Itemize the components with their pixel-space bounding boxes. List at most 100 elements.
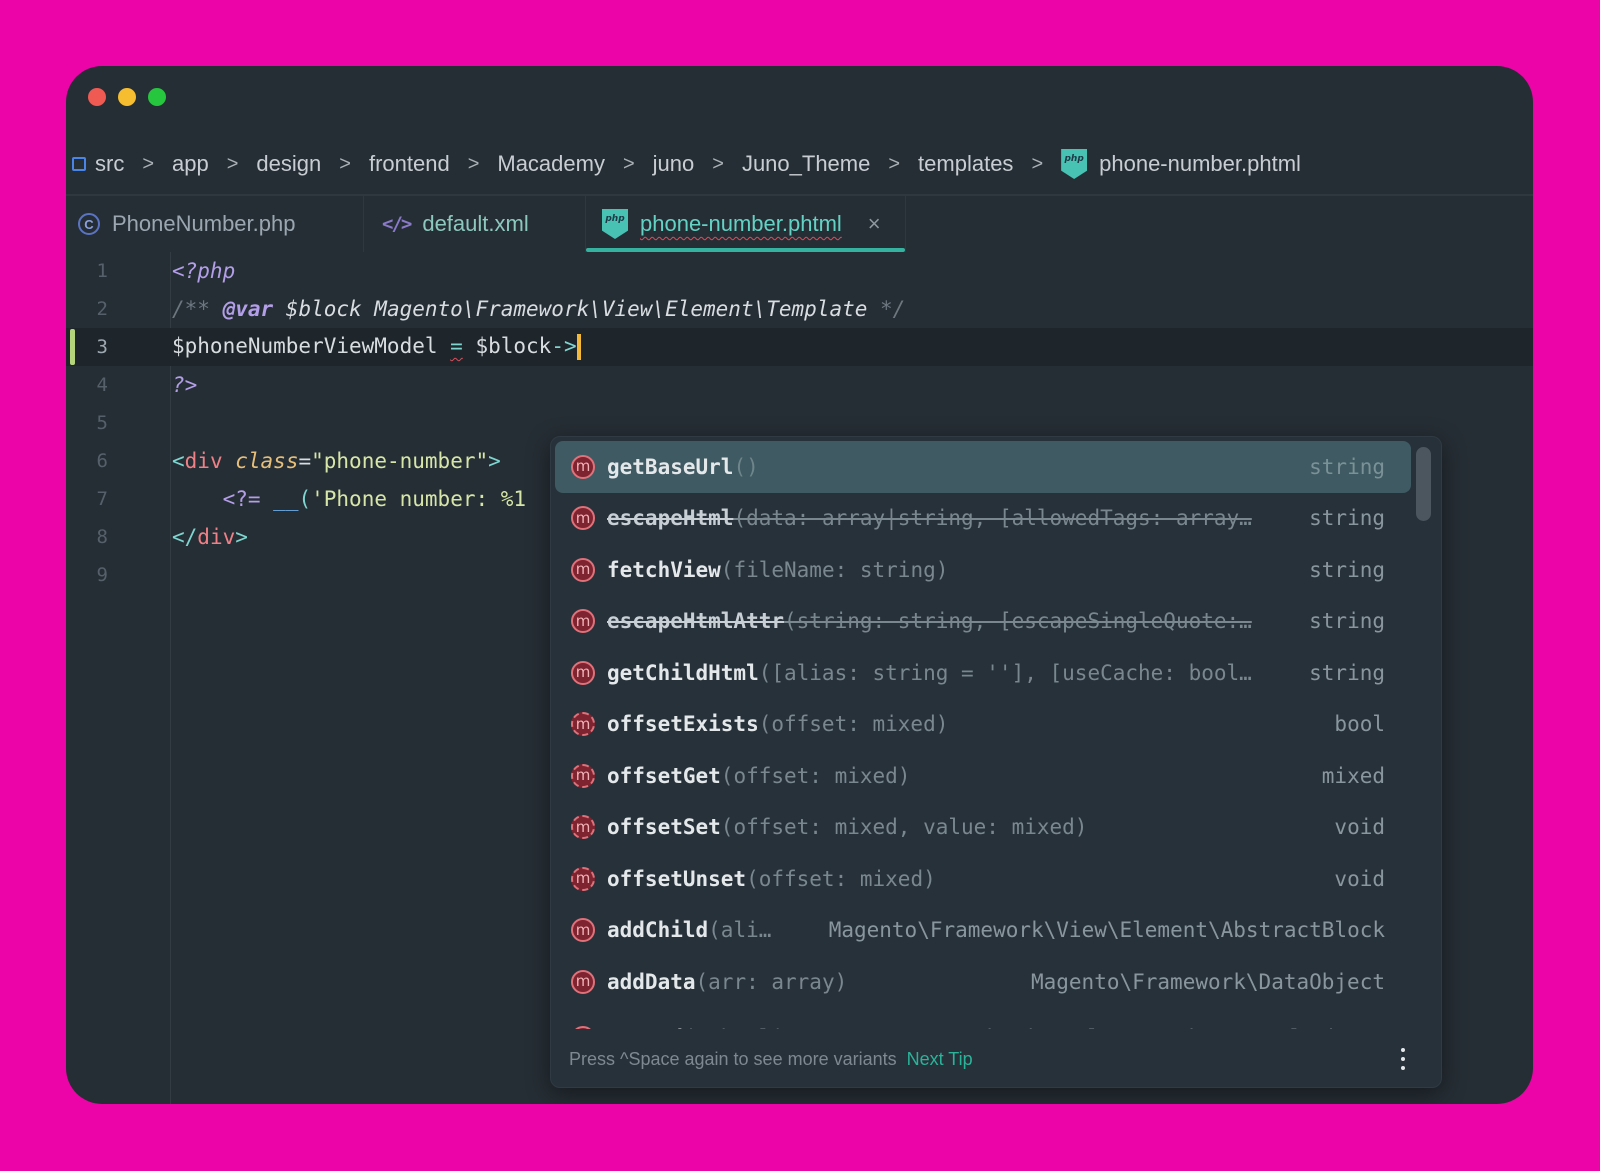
code-text: $phoneNumberViewModel = $block->: [172, 334, 581, 360]
method-params: (offset: mixed): [720, 763, 911, 788]
line-number: 7: [96, 488, 108, 510]
tab-phone-number-phtml[interactable]: php phone-number.phtml ×: [586, 196, 906, 252]
variable-token: $phoneNumberViewModel: [172, 334, 451, 358]
doc-tag-token: @var: [222, 297, 274, 321]
return-type: string: [1309, 609, 1385, 634]
breadcrumb-item-juno[interactable]: juno: [653, 151, 695, 177]
code-text: <?= __('Phone number: %1: [172, 487, 526, 511]
breadcrumb: src > app > design > frontend > Macademy…: [72, 146, 1533, 182]
completion-item[interactable]: m fetchView (fileName: string) string: [555, 544, 1411, 596]
tab-label: PhoneNumber.php: [112, 211, 296, 236]
completion-item[interactable]: m append(… bool|Magento\Framework\View\El…: [555, 1008, 1411, 1030]
breadcrumb-label: src: [95, 151, 125, 176]
breadcrumb-item-macademy[interactable]: Macademy: [497, 151, 605, 177]
completion-item[interactable]: m offsetExists (offset: mixed) bool: [555, 699, 1411, 751]
close-tab-icon[interactable]: ×: [868, 211, 881, 237]
breadcrumb-item-app[interactable]: app: [172, 151, 209, 177]
return-type: mixed: [1321, 763, 1385, 788]
method-name: addData: [607, 969, 696, 994]
xml-code-icon: </>: [382, 213, 412, 235]
method-icon: m: [571, 609, 595, 634]
return-type: Magento\Framework\View\Element\AbstractB…: [828, 918, 1385, 943]
method-icon: m: [571, 454, 595, 479]
chevron-right-icon: >: [1031, 152, 1044, 175]
breadcrumb-item-templates[interactable]: templates: [918, 151, 1013, 177]
method-name: getBaseUrl: [607, 454, 734, 479]
method-params: ([alias: string = ''], [useCache: bool…: [758, 660, 1252, 685]
tab-default-xml[interactable]: </> default.xml: [364, 196, 586, 252]
method-icon: m: [571, 1025, 595, 1029]
close-window-button[interactable]: [88, 88, 106, 106]
method-icon: m: [571, 506, 595, 531]
text-caret: [576, 334, 581, 360]
next-tip-link[interactable]: Next Tip: [907, 1049, 973, 1070]
folder-icon: [72, 157, 86, 171]
return-type: string: [1309, 454, 1385, 479]
method-icon: m: [571, 918, 595, 943]
method-name: offsetExists: [607, 712, 759, 737]
zoom-window-button[interactable]: [148, 88, 166, 106]
method-params: (data: array|string, [allowedTags: array…: [733, 506, 1252, 531]
breadcrumb-item-juno-theme[interactable]: Juno_Theme: [742, 151, 870, 177]
chevron-right-icon: >: [226, 152, 239, 175]
completion-item[interactable]: m getChildHtml ([alias: string = ''], [use…: [555, 647, 1411, 699]
method-name: fetchView: [607, 557, 721, 582]
punct-token: <: [172, 449, 185, 473]
completion-scrollbar[interactable]: [1416, 447, 1431, 521]
completion-item[interactable]: m offsetGet (offset: mixed) mixed: [555, 750, 1411, 802]
chevron-right-icon: >: [142, 152, 155, 175]
code-text: /** @var $block Magento\Framework\View\E…: [172, 297, 905, 321]
return-type: bool: [1334, 712, 1385, 737]
method-params: (fileName: string): [720, 557, 949, 582]
arrow-token: ->: [551, 334, 577, 358]
completion-item[interactable]: m escapeHtml (data: array|string, [allowed…: [555, 493, 1411, 545]
completion-item[interactable]: m offsetSet (offset: mixed, value: mixed) v…: [555, 802, 1411, 854]
minimize-window-button[interactable]: [118, 88, 136, 106]
method-icon: m: [571, 557, 595, 582]
completion-item[interactable]: m getBaseUrl() string: [555, 441, 1411, 493]
more-vertical-icon[interactable]: [1401, 1048, 1405, 1070]
line-number: 5: [96, 412, 108, 434]
completion-item[interactable]: m offsetUnset (offset: mixed) void: [555, 853, 1411, 905]
completion-footer: Press ^Space again to see more variants …: [551, 1031, 1441, 1087]
completion-item[interactable]: m addChild (ali… Magento\Framework\View\Ele…: [555, 905, 1411, 957]
tag-token: div: [184, 449, 223, 473]
method-icon: m: [571, 712, 595, 737]
method-name: escapeHtmlAttr: [607, 609, 785, 634]
punct-token: >: [235, 525, 248, 549]
line-number: 2: [96, 298, 108, 320]
method-params: (offset: mixed): [758, 712, 949, 737]
completion-item[interactable]: m addData (arr: array) Magento\Framework\Da…: [555, 956, 1411, 1008]
breadcrumb-item-src[interactable]: src: [72, 151, 124, 177]
breadcrumb-item-design[interactable]: design: [256, 151, 321, 177]
return-type: string: [1309, 506, 1385, 531]
line-number: 4: [96, 374, 108, 396]
line-number: 1: [96, 260, 108, 282]
method-params: (string: string, [escapeSingleQuote:…: [784, 609, 1252, 634]
completion-hint: Press ^Space again to see more variants: [569, 1048, 897, 1069]
method-name: append: [607, 1026, 683, 1030]
code-line: 1 <?php: [66, 252, 1533, 290]
method-params: (offset: mixed): [746, 866, 936, 891]
method-icon: m: [571, 763, 595, 788]
return-type: void: [1334, 815, 1385, 840]
string-token: "phone-number": [311, 449, 489, 473]
tab-phonenumber-php[interactable]: C PhoneNumber.php: [66, 196, 364, 252]
method-params: (offset: mixed, value: mixed): [720, 815, 1088, 840]
php-file-icon: php: [602, 209, 628, 239]
chevron-right-icon: >: [622, 152, 635, 175]
indent-token: [172, 487, 223, 511]
completion-item[interactable]: m escapeHtmlAttr (string: string, [escapeS…: [555, 596, 1411, 648]
return-type: Magento\Framework\DataObject: [1030, 969, 1385, 994]
method-params: (): [733, 454, 759, 479]
code-line: 2 /** @var $block Magento\Framework\View…: [66, 290, 1533, 328]
breadcrumb-label: phone-number.phtml: [1099, 151, 1301, 176]
method-name: getChildHtml: [607, 660, 759, 685]
chevron-right-icon: >: [467, 152, 480, 175]
breadcrumb-item-frontend[interactable]: frontend: [369, 151, 450, 177]
function-token: __: [273, 487, 299, 511]
return-type: void: [1334, 866, 1385, 891]
breadcrumb-item-file[interactable]: php phone-number.phtml: [1061, 149, 1301, 179]
method-params: (ali…: [708, 918, 772, 943]
